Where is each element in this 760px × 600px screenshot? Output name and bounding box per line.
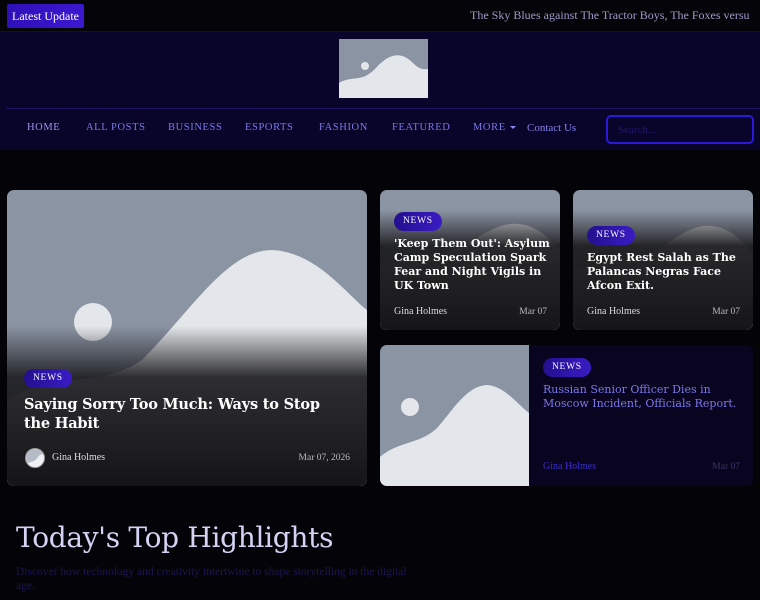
category-badge[interactable]: NEWS [24,369,72,388]
search-input[interactable] [606,115,754,144]
nav-contact-us[interactable]: Contact Us [527,122,576,134]
category-badge[interactable]: NEWS [543,358,591,377]
image-placeholder-icon [380,345,529,486]
post-author[interactable]: Gina Holmes [587,306,640,317]
latest-update-button[interactable]: Latest Update [7,4,84,28]
nav-all-posts[interactable]: ALL POSTS [86,122,146,133]
post-title[interactable]: Saying Sorry Too Much: Ways to Stop the … [24,395,344,433]
post-title[interactable]: Russian Senior Officer Dies in Moscow In… [543,383,743,411]
top-bar: Latest Update The Sky Blues against The … [0,0,760,32]
section-title: Today's Top Highlights [16,521,334,554]
nav-business[interactable]: BUSINESS [168,122,222,133]
post-card[interactable]: NEWS Egypt Rest Salah as The Palancas Ne… [573,190,753,330]
featured-post-card[interactable]: NEWS Saying Sorry Too Much: Ways to Stop… [7,190,367,486]
avatar[interactable] [25,448,45,468]
nav-home[interactable]: HOME [27,122,60,133]
image-placeholder-icon [339,39,428,98]
nav-featured[interactable]: FEATURED [392,122,450,133]
post-date: Mar 07 [519,307,547,317]
post-thumbnail[interactable] [380,345,529,486]
chevron-down-icon [509,126,516,130]
post-title[interactable]: Egypt Rest Salah as The Palancas Negras … [587,251,747,293]
post-date: Mar 07, 2026 [298,453,350,463]
site-header: HOME ALL POSTS BUSINESS ESPORTS FASHION … [0,32,760,150]
post-author[interactable]: Gina Holmes [52,452,105,463]
post-card-horizontal[interactable]: NEWS Russian Senior Officer Dies in Mosc… [380,345,753,486]
nav-more[interactable]: MORE [473,122,516,133]
post-date: Mar 07 [712,462,740,472]
post-card[interactable]: NEWS 'Keep Them Out': Asylum Camp Specul… [380,190,560,330]
post-date: Mar 07 [712,307,740,317]
section-subtitle: Discover how technology and creativity i… [16,566,407,592]
category-badge[interactable]: NEWS [394,212,442,231]
nav-fashion[interactable]: FASHION [319,122,368,133]
main-nav: HOME ALL POSTS BUSINESS ESPORTS FASHION … [6,108,760,150]
post-author[interactable]: Gina Holmes [543,461,596,472]
ticker-text[interactable]: The Sky Blues against The Tractor Boys, … [470,0,750,31]
post-author[interactable]: Gina Holmes [394,306,447,317]
category-badge[interactable]: NEWS [587,226,635,245]
nav-more-label: MORE [473,122,506,133]
news-ticker[interactable]: The Sky Blues against The Tractor Boys, … [470,0,750,32]
nav-esports[interactable]: ESPORTS [245,122,294,133]
post-title[interactable]: 'Keep Them Out': Asylum Camp Speculation… [394,237,554,293]
site-logo[interactable] [339,39,428,98]
